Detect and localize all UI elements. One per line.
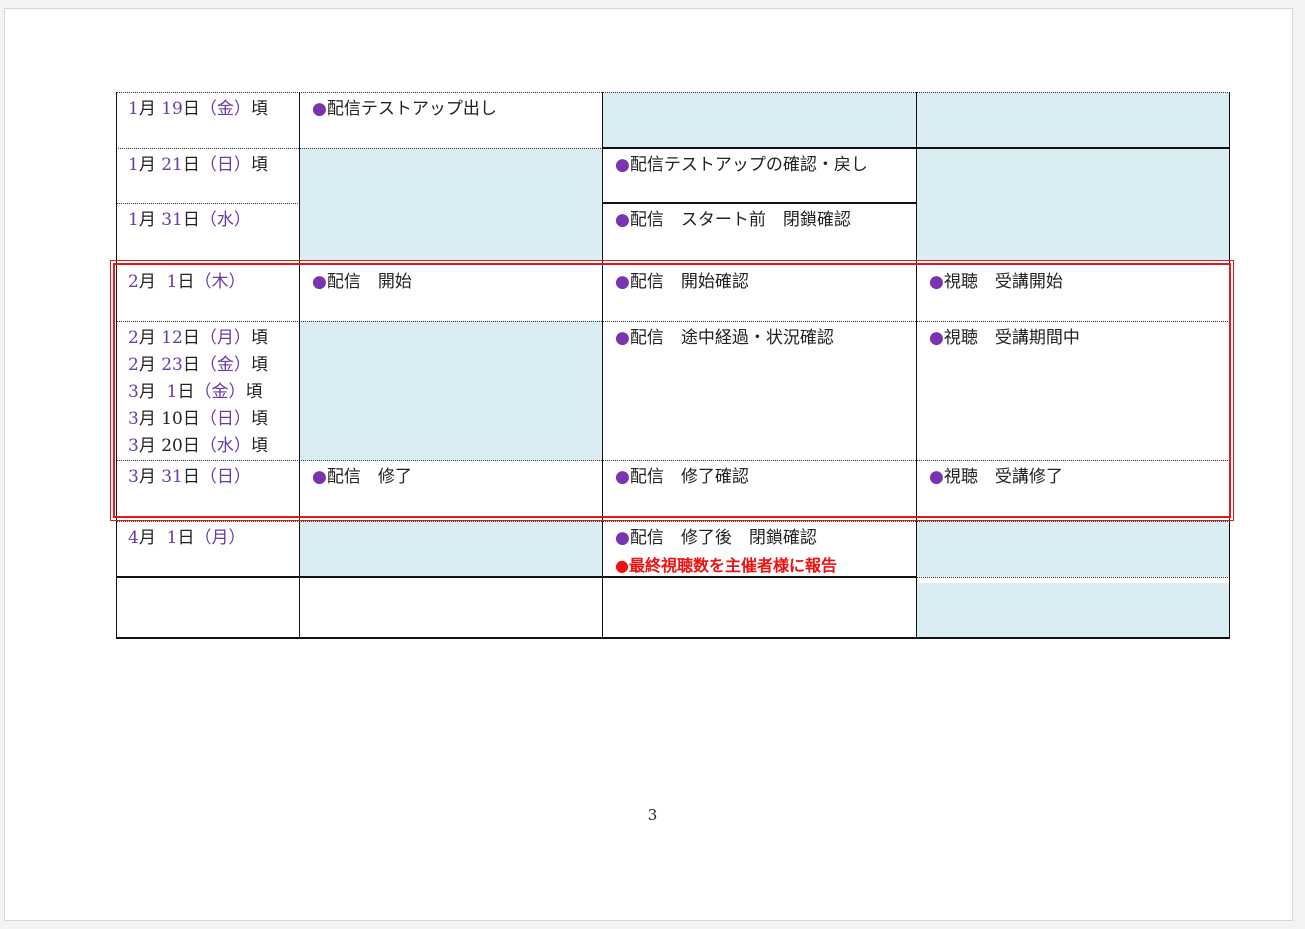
bullet-icon: ● <box>312 99 327 119</box>
page-number: 3 <box>647 806 658 824</box>
task-cell: ●配信 スタート前 閉鎖確認 <box>615 210 851 230</box>
highlight-frame <box>110 260 1234 521</box>
task-cell: ●配信テストアップ出し <box>312 99 497 119</box>
empty-cell <box>917 521 1230 577</box>
empty-cell <box>917 92 1230 148</box>
table-rule <box>116 637 1230 639</box>
bullet-icon: ● <box>615 528 630 548</box>
alert-text: ●最終視聴数を主催者様に報告 <box>615 556 837 575</box>
task-cell: ●配信 修了後 閉鎖確認 ●最終視聴数を主催者様に報告 <box>603 521 917 577</box>
empty-cell <box>300 148 603 260</box>
date-cell: 1月 19日（金）頃 <box>128 99 268 119</box>
date-cell: 1月 21日（日）頃 <box>128 155 268 175</box>
task-cell: ●配信テストアップの確認・戻し <box>615 155 868 175</box>
bullet-icon: ● <box>615 210 630 230</box>
empty-cell <box>603 92 917 148</box>
table-rule <box>116 260 1230 261</box>
red-bullet-icon: ● <box>615 556 629 575</box>
bullet-icon: ● <box>615 155 630 175</box>
date-cell: 1月 31日（水） <box>128 210 251 230</box>
date-cell: 4月 1日（月） <box>128 528 246 548</box>
table-rule <box>917 577 1230 578</box>
empty-cell <box>300 521 603 577</box>
empty-cell <box>917 583 1230 639</box>
empty-cell <box>917 148 1230 260</box>
